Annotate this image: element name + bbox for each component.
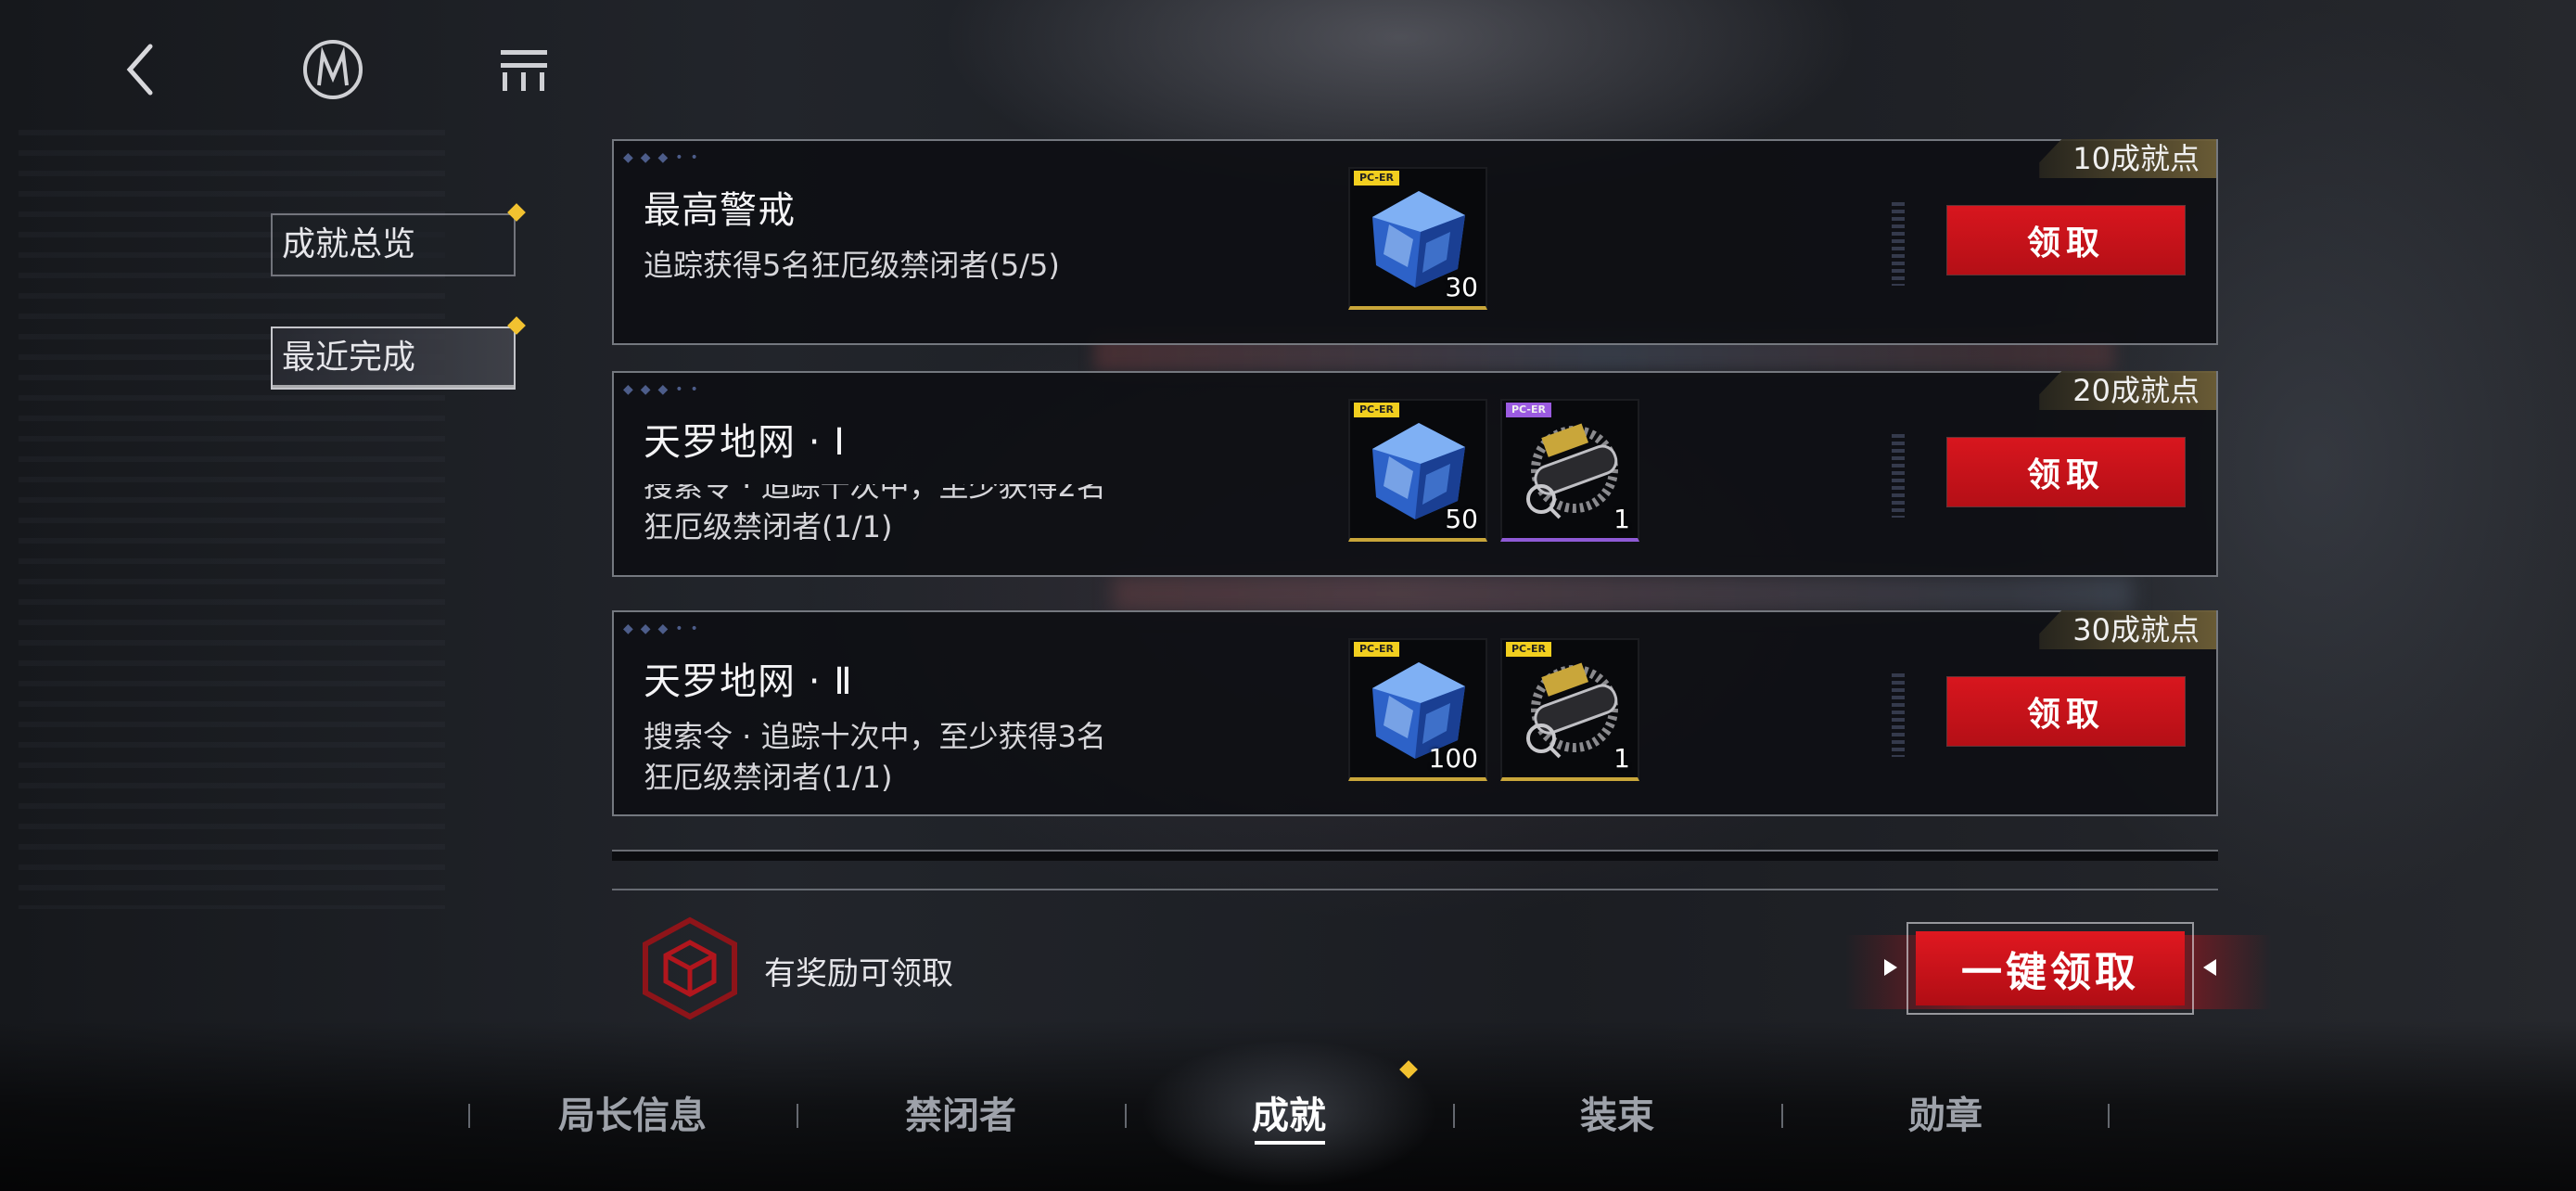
reward-item[interactable]: PC-ER 30 [1348, 167, 1487, 310]
tab-label: 成就 [1252, 1094, 1326, 1137]
reward-qty: 1 [1613, 504, 1630, 534]
achievement-desc-line: 搜索令 · 追踪十次中，至少获得2名 [644, 484, 1106, 504]
decor-vertical-text [1892, 434, 1905, 518]
chevron-left-icon [126, 44, 153, 96]
menu-button[interactable] [491, 37, 556, 102]
achievement-title: 最高警戒 [644, 189, 796, 232]
achievement-card: ◆◆◆•• 天罗地网 · Ⅱ 搜索令 · 追踪十次中，至少获得3名 狂厄级禁闭者… [612, 610, 2218, 816]
claim-button[interactable]: 领取 [1947, 206, 2185, 275]
notification-diamond-icon [507, 316, 526, 335]
tab-label: 局长信息 [558, 1094, 707, 1137]
sidebar-item-recent[interactable]: 最近完成 [271, 316, 526, 390]
reward-qty: 100 [1428, 743, 1478, 774]
tab-achievements[interactable]: 成就 [1125, 1083, 1453, 1148]
achievement-desc: 搜索令 · 追踪十次中，至少获得2名 狂厄级禁闭者(1/1) [644, 484, 1218, 573]
arrow-right-icon [1884, 959, 1897, 976]
achievement-desc: 追踪获得5名狂厄级禁闭者(5/5) [644, 248, 1060, 283]
bottom-tab-bar: 局长信息 禁闭者 成就 装束 勋章 [468, 1083, 2110, 1148]
achievement-title: 天罗地网 · Ⅰ [644, 421, 846, 464]
claim-all-button[interactable]: 一键领取 [1916, 931, 2185, 1005]
claim-button-label: 领取 [2026, 455, 2105, 494]
reward-available-notice: 有奖励可领取 [764, 955, 953, 992]
claim-button[interactable]: 领取 [1947, 438, 2185, 506]
reward-item[interactable]: PC-ER 100 [1348, 638, 1487, 781]
notification-diamond-icon [507, 203, 526, 222]
achievement-desc-line: 狂厄级禁闭者(1/1) [644, 760, 893, 795]
back-button[interactable] [109, 37, 174, 102]
decor-dots: ◆◆◆•• [623, 621, 706, 636]
claim-button-label: 领取 [2026, 224, 2105, 263]
m-logo-icon [303, 40, 363, 99]
active-tab-underline [1255, 1141, 1325, 1145]
points-badge: 30成就点 [2039, 610, 2216, 649]
reward-item[interactable]: PC-ER 50 [1348, 399, 1487, 542]
classified-badge-icon [1526, 662, 1618, 759]
tab-medals[interactable]: 勋章 [1781, 1083, 2110, 1148]
tab-label: 勋章 [1908, 1094, 1983, 1137]
achievement-desc-line: 狂厄级禁闭者(1/1) [644, 509, 893, 544]
claim-all-label: 一键领取 [1961, 949, 2139, 996]
reward-item[interactable]: PC-ER 1 [1500, 638, 1639, 781]
reward-qty: 30 [1445, 272, 1478, 302]
achievement-desc: 搜索令 · 追踪十次中，至少获得3名 狂厄级禁闭者(1/1) [644, 716, 1218, 813]
reward-qty: 1 [1613, 743, 1630, 774]
points-badge: 20成就点 [2039, 371, 2216, 410]
claim-button-label: 领取 [2026, 695, 2105, 734]
sidebar-item-label: 成就总览 [282, 225, 416, 263]
tab-director-info[interactable]: 局长信息 [468, 1083, 797, 1148]
sidebar-item-label: 最近完成 [282, 339, 416, 377]
menu-bars-icon [501, 50, 547, 91]
tab-label: 装束 [1580, 1094, 1654, 1137]
points-badge: 10成就点 [2039, 139, 2216, 178]
logo-button[interactable] [300, 37, 365, 102]
reward-qty: 50 [1445, 504, 1478, 534]
tab-outfits[interactable]: 装束 [1453, 1083, 1781, 1148]
achievement-desc-line: 搜索令 · 追踪十次中，至少获得3名 [644, 719, 1106, 754]
decor-dots: ◆◆◆•• [623, 382, 706, 397]
achievement-list[interactable]: ◆◆◆•• 最高警戒 追踪获得5名狂厄级禁闭者(5/5) PC-ER 30 10… [612, 139, 2218, 900]
classified-badge-icon [1526, 423, 1618, 519]
sidebar-item-overview[interactable]: 成就总览 [271, 203, 526, 276]
decor-dots: ◆◆◆•• [623, 150, 706, 165]
achievement-title: 天罗地网 · Ⅱ [644, 660, 853, 703]
achievement-card-partial [612, 850, 2218, 861]
decor-vertical-text [1892, 673, 1905, 757]
tab-sinners[interactable]: 禁闭者 [797, 1083, 1125, 1148]
arrow-left-icon [2203, 959, 2216, 976]
tab-label: 禁闭者 [905, 1094, 1016, 1137]
achievement-card: ◆◆◆•• 天罗地网 · Ⅰ 搜索令 · 追踪十次中，至少获得2名 狂厄级禁闭者… [612, 371, 2218, 577]
achievement-card: ◆◆◆•• 最高警戒 追踪获得5名狂厄级禁闭者(5/5) PC-ER 30 10… [612, 139, 2218, 345]
claim-button[interactable]: 领取 [1947, 677, 2185, 746]
decor-vertical-text [1892, 202, 1905, 286]
hex-cube-icon [643, 916, 737, 1020]
list-divider [612, 889, 2218, 890]
reward-item[interactable]: PC-ER 1 [1500, 399, 1639, 542]
